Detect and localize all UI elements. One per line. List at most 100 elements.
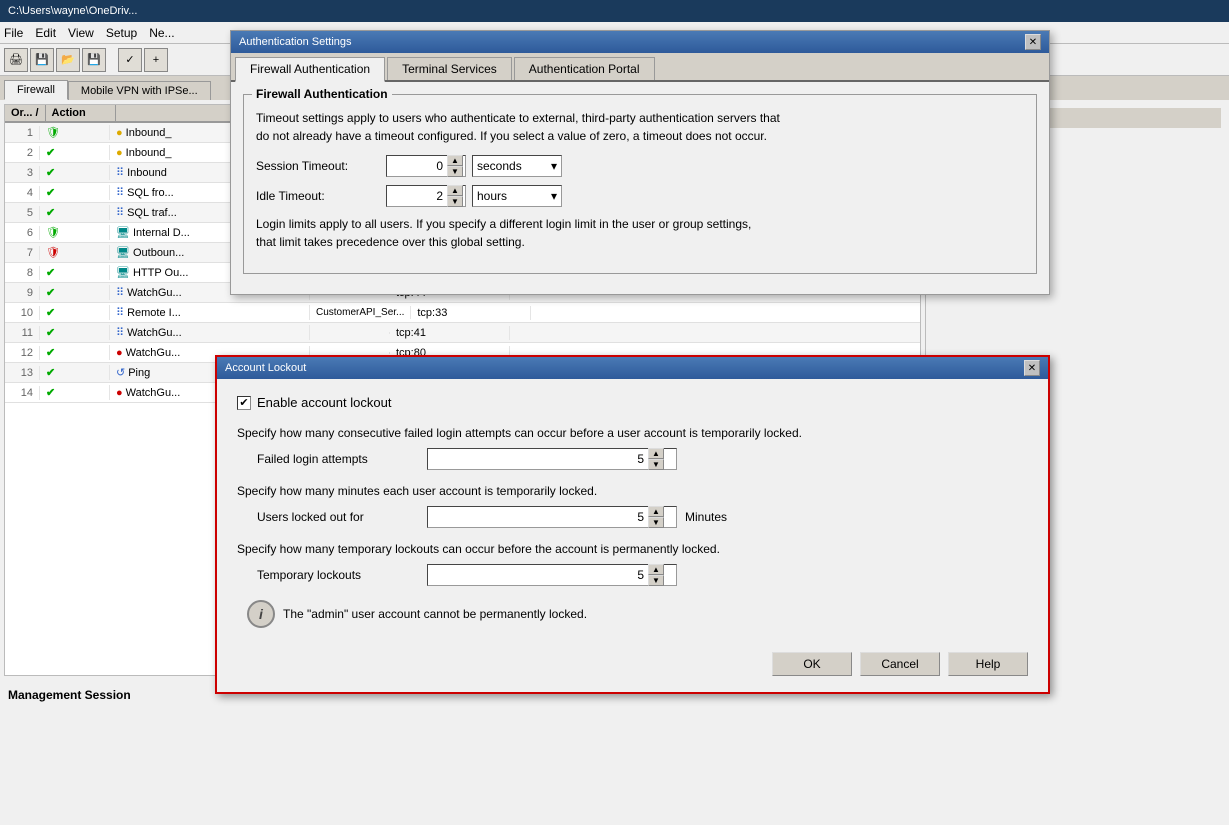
row-action: ✔ xyxy=(40,385,110,400)
idle-timeout-unit-dropdown[interactable]: hours ▾ xyxy=(472,185,562,207)
help-button[interactable]: Help xyxy=(948,652,1028,676)
lockout-dialog-content: ✔ Enable account lockout Specify how man… xyxy=(217,379,1048,692)
idle-timeout-spinners: ▲ ▼ xyxy=(447,185,463,207)
session-timeout-row: Session Timeout: ▲ ▼ seconds ▾ xyxy=(256,155,1024,177)
toolbar-btn-6[interactable]: + xyxy=(144,48,168,72)
tab-mobile-vpn[interactable]: Mobile VPN with IPSe... xyxy=(68,81,211,100)
check-green-icon: ✔ xyxy=(46,207,55,219)
menu-view[interactable]: View xyxy=(68,26,94,40)
users-locked-spinners: ▲ ▼ xyxy=(648,506,664,528)
blue-dots-icon: ⠿ xyxy=(116,206,124,219)
auth-dialog-tabbar: Firewall Authentication Terminal Service… xyxy=(231,53,1049,82)
menu-setup[interactable]: Setup xyxy=(106,26,137,40)
users-locked-up[interactable]: ▲ xyxy=(648,506,664,517)
blue-dots-icon: ⠿ xyxy=(116,186,124,199)
blue-dots-icon: ⠿ xyxy=(116,286,124,299)
row-proto: tcp:33 xyxy=(411,306,531,320)
idle-timeout-down[interactable]: ▼ xyxy=(447,196,463,207)
dropdown-arrow-icon: ▾ xyxy=(551,159,557,173)
session-timeout-label: Session Timeout: xyxy=(256,159,386,173)
yellow-dot-icon: ● xyxy=(116,147,123,159)
session-timeout-up[interactable]: ▲ xyxy=(447,155,463,166)
row-num: 14 xyxy=(5,386,40,400)
shield-green-icon: 🛡 xyxy=(46,126,60,139)
yellow-dot-icon: ● xyxy=(116,127,123,139)
idle-timeout-up[interactable]: ▲ xyxy=(447,185,463,196)
red-dot-icon: ● xyxy=(116,347,123,359)
session-timeout-input[interactable]: ▲ ▼ xyxy=(386,155,466,177)
cancel-button[interactable]: Cancel xyxy=(860,652,940,676)
ping-icon: ↺ xyxy=(116,366,125,379)
idle-timeout-value[interactable] xyxy=(387,189,447,203)
auth-dialog-titlebar: Authentication Settings ✕ xyxy=(231,31,1049,53)
users-locked-value[interactable] xyxy=(428,510,648,524)
failed-attempts-up[interactable]: ▲ xyxy=(648,448,664,459)
pc-icon: 🖥 xyxy=(116,266,130,279)
admin-info-text: The "admin" user account cannot be perma… xyxy=(283,607,587,621)
table-row[interactable]: 11 ✔ ⠿ WatchGu... tcp:41 xyxy=(5,323,920,343)
temp-lockouts-input[interactable]: ▲ ▼ xyxy=(427,564,677,586)
failed-attempts-row: Failed login attempts ▲ ▼ xyxy=(257,448,1028,470)
shield-green-icon: 🛡 xyxy=(46,227,60,239)
check-green-icon: ✔ xyxy=(46,327,55,339)
tab-auth-portal[interactable]: Authentication Portal xyxy=(514,57,655,80)
toolbar-btn-1[interactable]: 🖨 xyxy=(4,48,28,72)
failed-attempts-desc: Specify how many consecutive failed logi… xyxy=(237,426,1028,440)
app-title: C:\Users\wayne\OneDriv... xyxy=(8,5,137,17)
temp-lockouts-up[interactable]: ▲ xyxy=(648,564,664,575)
menu-file[interactable]: File xyxy=(4,26,23,40)
toolbar-btn-5[interactable]: ✓ xyxy=(118,48,142,72)
session-timeout-unit-dropdown[interactable]: seconds ▾ xyxy=(472,155,562,177)
check-green-icon: ✔ xyxy=(46,307,55,319)
tab-terminal-services[interactable]: Terminal Services xyxy=(387,57,512,80)
menu-ne[interactable]: Ne... xyxy=(149,26,174,40)
temp-lockouts-down[interactable]: ▼ xyxy=(648,575,664,586)
auth-dialog-title: Authentication Settings xyxy=(239,36,352,48)
row-num: 9 xyxy=(5,286,40,300)
row-proto: tcp:41 xyxy=(390,326,510,340)
row-num: 5 xyxy=(5,206,40,220)
pc-icon: 🖥 xyxy=(116,246,130,259)
group-content: Timeout settings apply to users who auth… xyxy=(256,109,1024,251)
failed-attempts-down[interactable]: ▼ xyxy=(648,459,664,470)
row-action: 🛡 xyxy=(40,225,110,240)
users-locked-down[interactable]: ▼ xyxy=(648,517,664,528)
session-timeout-down[interactable]: ▼ xyxy=(447,166,463,177)
row-ip xyxy=(310,332,390,334)
menu-edit[interactable]: Edit xyxy=(35,26,56,40)
lockout-dialog-title: Account Lockout xyxy=(225,362,306,374)
check-green-icon: ✔ xyxy=(46,367,55,379)
idle-timeout-input[interactable]: ▲ ▼ xyxy=(386,185,466,207)
session-timeout-value[interactable] xyxy=(387,159,447,173)
temp-lockouts-value[interactable] xyxy=(428,568,648,582)
users-locked-input[interactable]: ▲ ▼ xyxy=(427,506,677,528)
failed-attempts-spinners: ▲ ▼ xyxy=(648,448,664,470)
enable-lockout-row: ✔ Enable account lockout xyxy=(237,395,1028,410)
table-row[interactable]: 10 ✔ ⠿ Remote I... CustomerAPI_Ser... tc… xyxy=(5,303,920,323)
timeout-desc: Timeout settings apply to users who auth… xyxy=(256,109,1024,145)
failed-attempts-value[interactable] xyxy=(428,452,648,466)
row-num: 4 xyxy=(5,186,40,200)
pc-icon: 🖥 xyxy=(116,226,130,239)
row-num: 6 xyxy=(5,226,40,240)
row-num: 11 xyxy=(5,326,40,340)
auth-dialog-close-button[interactable]: ✕ xyxy=(1025,34,1041,50)
temp-lockouts-row: Temporary lockouts ▲ ▼ xyxy=(257,564,1028,586)
toolbar-btn-3[interactable]: 📂 xyxy=(56,48,80,72)
admin-info-row: i The "admin" user account cannot be per… xyxy=(247,600,1028,628)
check-green-icon: ✔ xyxy=(46,287,55,299)
row-action: ✔ xyxy=(40,325,110,340)
toolbar-btn-4[interactable]: 💾 xyxy=(82,48,106,72)
failed-attempts-input[interactable]: ▲ ▼ xyxy=(427,448,677,470)
tab-firewall[interactable]: Firewall xyxy=(4,80,68,100)
row-name: ⠿ Remote I... xyxy=(110,305,310,320)
ok-button[interactable]: OK xyxy=(772,652,852,676)
failed-attempts-label: Failed login attempts xyxy=(257,452,427,466)
toolbar-btn-2[interactable]: 💾 xyxy=(30,48,54,72)
lockout-dialog-close-button[interactable]: ✕ xyxy=(1024,360,1040,376)
enable-lockout-checkbox[interactable]: ✔ xyxy=(237,396,251,410)
login-limit-desc: Login limits apply to all users. If you … xyxy=(256,215,1024,251)
users-locked-unit: Minutes xyxy=(685,510,727,524)
row-name: ⠿ WatchGu... xyxy=(110,325,310,340)
tab-firewall-auth[interactable]: Firewall Authentication xyxy=(235,57,385,82)
